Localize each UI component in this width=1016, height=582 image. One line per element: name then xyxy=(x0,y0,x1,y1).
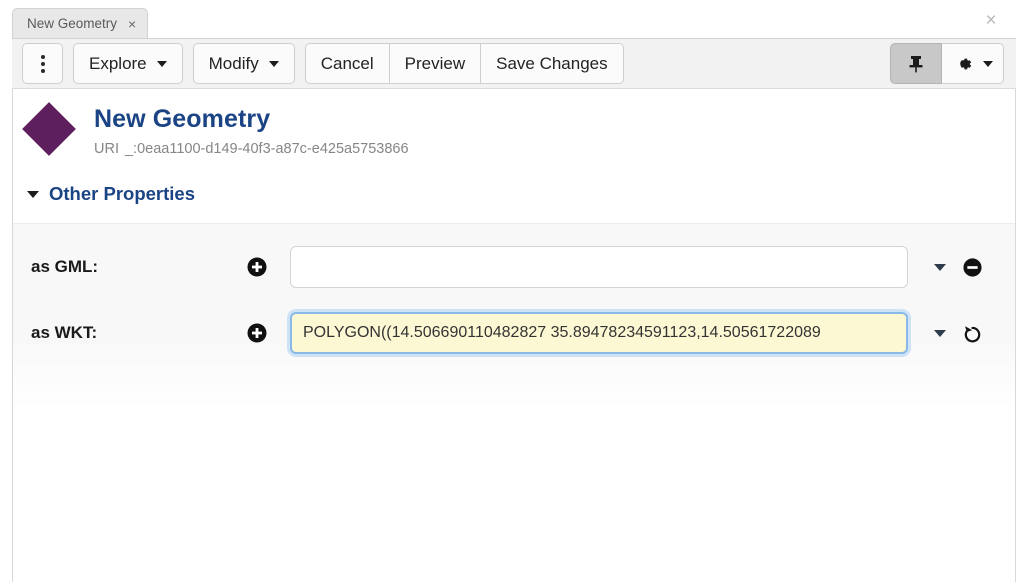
chevron-down-icon xyxy=(157,61,167,67)
wkt-value-input[interactable] xyxy=(290,312,908,354)
cancel-button[interactable]: Cancel xyxy=(305,43,390,84)
more-options-button[interactable] xyxy=(22,43,63,84)
kebab-dot-icon xyxy=(41,69,45,73)
explore-button[interactable]: Explore xyxy=(73,43,183,84)
tab-label: New Geometry xyxy=(27,16,117,31)
gml-value-input[interactable] xyxy=(290,246,908,288)
pin-icon xyxy=(906,54,926,74)
kebab-dot-icon xyxy=(41,62,45,66)
row-actions-wkt xyxy=(934,323,983,344)
entity-uri: URI _:0eaa1100-d149-40f3-a87c-e425a575386… xyxy=(94,141,409,157)
geometry-diamond-icon xyxy=(22,102,76,156)
property-label-wkt: as WKT: xyxy=(31,323,246,343)
modify-label: Modify xyxy=(209,54,259,74)
section-title: Other Properties xyxy=(49,183,195,205)
tab-strip: New Geometry × xyxy=(0,0,1016,38)
property-label-gml: as GML: xyxy=(31,257,246,277)
triangle-down-icon xyxy=(27,191,39,198)
save-changes-button[interactable]: Save Changes xyxy=(481,43,624,84)
revert-icon[interactable] xyxy=(962,323,983,344)
explore-label: Explore xyxy=(89,54,147,74)
chevron-down-icon xyxy=(983,61,993,67)
entity-header-text: New Geometry URI _:0eaa1100-d149-40f3-a87… xyxy=(94,102,409,157)
add-value-icon[interactable] xyxy=(246,322,268,344)
pin-button[interactable] xyxy=(890,43,942,84)
gear-icon xyxy=(953,53,974,74)
chevron-down-icon xyxy=(269,61,279,67)
property-row-wkt: as WKT: xyxy=(13,300,1015,366)
tab-close-icon[interactable]: × xyxy=(128,17,136,31)
uri-value: _:0eaa1100-d149-40f3-a87c-e425a5753866 xyxy=(125,141,409,157)
page-title: New Geometry xyxy=(94,104,409,134)
entity-header: New Geometry URI _:0eaa1100-d149-40f3-a87… xyxy=(13,89,1015,157)
toolbar: Explore Modify Cancel Preview Save Chang… xyxy=(12,38,1016,89)
edit-action-group: Cancel Preview Save Changes xyxy=(305,43,624,84)
tab-new-geometry[interactable]: New Geometry × xyxy=(12,8,148,38)
other-properties-section-header[interactable]: Other Properties xyxy=(27,183,195,205)
preview-button[interactable]: Preview xyxy=(390,43,481,84)
settings-button[interactable] xyxy=(942,43,1004,84)
circle-minus-icon[interactable] xyxy=(962,257,983,278)
properties-panel: as GML: as WKT: xyxy=(13,223,1015,408)
kebab-dot-icon xyxy=(41,55,45,59)
chevron-down-icon[interactable] xyxy=(934,264,946,271)
chevron-down-icon[interactable] xyxy=(934,330,946,337)
add-value-icon[interactable] xyxy=(246,256,268,278)
modify-button[interactable]: Modify xyxy=(193,43,295,84)
entity-detail-panel: New Geometry URI _:0eaa1100-d149-40f3-a87… xyxy=(12,89,1016,582)
property-row-gml: as GML: xyxy=(13,234,1015,300)
toolbar-right-group xyxy=(890,43,1016,84)
row-actions-gml xyxy=(934,257,983,278)
uri-label: URI xyxy=(94,141,119,157)
